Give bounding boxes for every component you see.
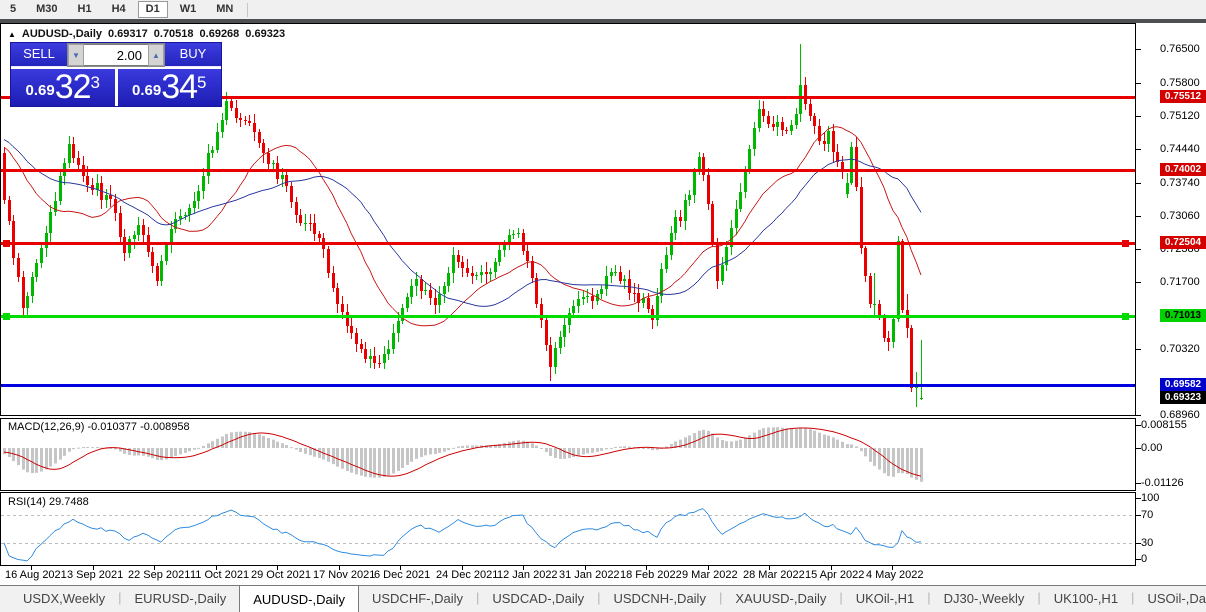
- date-label: 29 Oct 2021: [251, 569, 311, 581]
- tab-ukoil-h1[interactable]: UKOil-,H1: [843, 586, 928, 612]
- price-tick-label: 0.76500: [1160, 43, 1200, 55]
- price-level-badge: 0.69582: [1160, 378, 1206, 391]
- tab-audusd-daily[interactable]: AUDUSD-,Daily: [239, 585, 359, 612]
- rsi-canvas[interactable]: [0, 492, 1136, 566]
- sell-price-pip: 3: [91, 74, 100, 91]
- spread-decrease-icon[interactable]: ▼: [68, 44, 84, 66]
- sell-button[interactable]: SELL: [11, 43, 67, 67]
- date-label: 15 Apr 2022: [805, 569, 864, 581]
- spread-value-field[interactable]: 2.00: [84, 44, 148, 66]
- price-level-badge: 0.71013: [1160, 309, 1206, 322]
- axis-tick: [1136, 249, 1141, 250]
- date-label: 11 Oct 2021: [190, 569, 249, 581]
- date-label: 16 Aug 2021: [5, 569, 67, 581]
- axis-tick: [1136, 149, 1141, 150]
- chart-title-low: 0.69268: [200, 28, 240, 40]
- tab-dj30-weekly[interactable]: DJ30-,Weekly: [931, 586, 1038, 612]
- macd-tick-label: 0.00: [1141, 442, 1162, 454]
- one-click-trade-panel: SELL ▼ 2.00 ▲ BUY 0.69323 0.69345: [10, 42, 222, 107]
- tab-xauusd-daily[interactable]: XAUUSD-,Daily: [722, 586, 839, 612]
- collapse-chart-icon[interactable]: ▲: [8, 30, 16, 39]
- price-tick-label: 0.73060: [1160, 210, 1200, 222]
- chart-window: ▲ AUDUSD-,Daily 0.69317 0.70518 0.69268 …: [0, 23, 1206, 585]
- date-label: 28 Mar 2022: [743, 569, 805, 581]
- timeframe-button-d1[interactable]: D1: [138, 1, 168, 18]
- axis-tick: [1136, 282, 1141, 283]
- rsi-tick-label: 70: [1141, 509, 1153, 521]
- price-tick-label: 0.71700: [1160, 276, 1200, 288]
- sell-price-prefix: 0.69: [26, 78, 55, 104]
- tab-usdchf-daily[interactable]: USDCHF-,Daily: [359, 586, 476, 612]
- date-label: 4 May 2022: [866, 569, 923, 581]
- axis-tick: [1136, 415, 1141, 416]
- axis-tick: [1136, 349, 1141, 350]
- macd-indicator-label: MACD(12,26,9) -0.010377 -0.008958: [8, 421, 190, 433]
- buy-price-button[interactable]: 0.69345: [118, 69, 222, 106]
- timeframe-toolbar: 5M30 H1H4D1W1MN: [0, 0, 1206, 19]
- timeframe-button-5[interactable]: 5: [2, 1, 24, 18]
- price-level-badge: 0.75512: [1160, 90, 1206, 103]
- buy-price-digits: 34: [161, 70, 197, 104]
- date-label: 17 Nov 2021: [313, 569, 375, 581]
- timeframe-button-h1[interactable]: H1: [70, 1, 100, 18]
- chart-title-symbol: AUDUSD-,Daily: [22, 28, 102, 40]
- buy-price-prefix: 0.69: [132, 78, 161, 104]
- date-label: 31 Jan 2022: [559, 569, 620, 581]
- sell-price-button[interactable]: 0.69323: [11, 69, 115, 106]
- rsi-tick-label: 0: [1141, 553, 1147, 565]
- chart-title-open: 0.69317: [108, 28, 148, 40]
- trading-terminal: 5M30H1H4D1W1MN ▲ AUDUSD-,Daily 0.69317 0…: [0, 0, 1206, 612]
- buy-button[interactable]: BUY: [165, 43, 221, 67]
- axis-tick: [1136, 83, 1141, 84]
- axis-tick: [1136, 183, 1141, 184]
- spread-stepper: ▼ 2.00 ▲: [67, 43, 165, 67]
- tab-usdcnh-daily[interactable]: USDCNH-,Daily: [601, 586, 719, 612]
- tab-usdcad-daily[interactable]: USDCAD-,Daily: [479, 586, 597, 612]
- axis-tick: [1136, 116, 1141, 117]
- chart-title-high: 0.70518: [154, 28, 194, 40]
- price-level-badge: 0.72504: [1160, 236, 1206, 249]
- date-label: 12 Jan 2022: [497, 569, 558, 581]
- price-tick-label: 0.75120: [1160, 110, 1200, 122]
- tab-usdx-weekly[interactable]: USDX,Weekly: [10, 586, 118, 612]
- date-label: 3 Sep 2021: [67, 569, 123, 581]
- rsi-indicator-label: RSI(14) 29.7488: [8, 496, 89, 508]
- price-tick-label: 0.75800: [1160, 77, 1200, 89]
- macd-tick-label: -0.01126: [1141, 477, 1184, 489]
- spread-increase-icon[interactable]: ▲: [148, 44, 164, 66]
- macd-tick-label: 0.008155: [1141, 419, 1187, 431]
- price-tick-label: 0.70320: [1160, 343, 1200, 355]
- sell-price-digits: 32: [55, 70, 91, 104]
- timeframe-button-mn[interactable]: MN: [208, 1, 241, 18]
- current-price-badge: 0.69323: [1160, 391, 1206, 404]
- date-label: 24 Dec 2021: [436, 569, 498, 581]
- tab-uk100-h1[interactable]: UK100-,H1: [1041, 586, 1131, 612]
- buy-price-pip: 5: [197, 74, 206, 91]
- axis-tick: [1136, 216, 1141, 217]
- rsi-tick-label: 100: [1141, 492, 1159, 504]
- date-label: 6 Dec 2021: [374, 569, 430, 581]
- axis-tick: [1136, 49, 1141, 50]
- chart-title-close: 0.69323: [245, 28, 285, 40]
- chart-tab-bar: USDX,Weekly|EURUSD-,DailyAUDUSD-,DailyUS…: [0, 585, 1206, 612]
- date-label: 9 Mar 2022: [682, 569, 738, 581]
- price-tick-label: 0.74440: [1160, 143, 1200, 155]
- timeframe-button-m30[interactable]: M30: [28, 1, 65, 18]
- tab-usoil-daily[interactable]: USOil-,Daily: [1134, 586, 1206, 612]
- timeframe-button-w1[interactable]: W1: [172, 1, 205, 18]
- date-label: 18 Feb 2022: [620, 569, 682, 581]
- date-label: 22 Sep 2021: [128, 569, 190, 581]
- toolbar-divider: [247, 3, 248, 17]
- rsi-tick-label: 30: [1141, 537, 1153, 549]
- tab-eurusd-daily[interactable]: EURUSD-,Daily: [122, 586, 240, 612]
- chart-header: ▲ AUDUSD-,Daily 0.69317 0.70518 0.69268 …: [8, 28, 285, 40]
- timeframe-button-h4[interactable]: H4: [104, 1, 134, 18]
- price-level-badge: 0.74002: [1160, 163, 1206, 176]
- price-tick-label: 0.73740: [1160, 177, 1200, 189]
